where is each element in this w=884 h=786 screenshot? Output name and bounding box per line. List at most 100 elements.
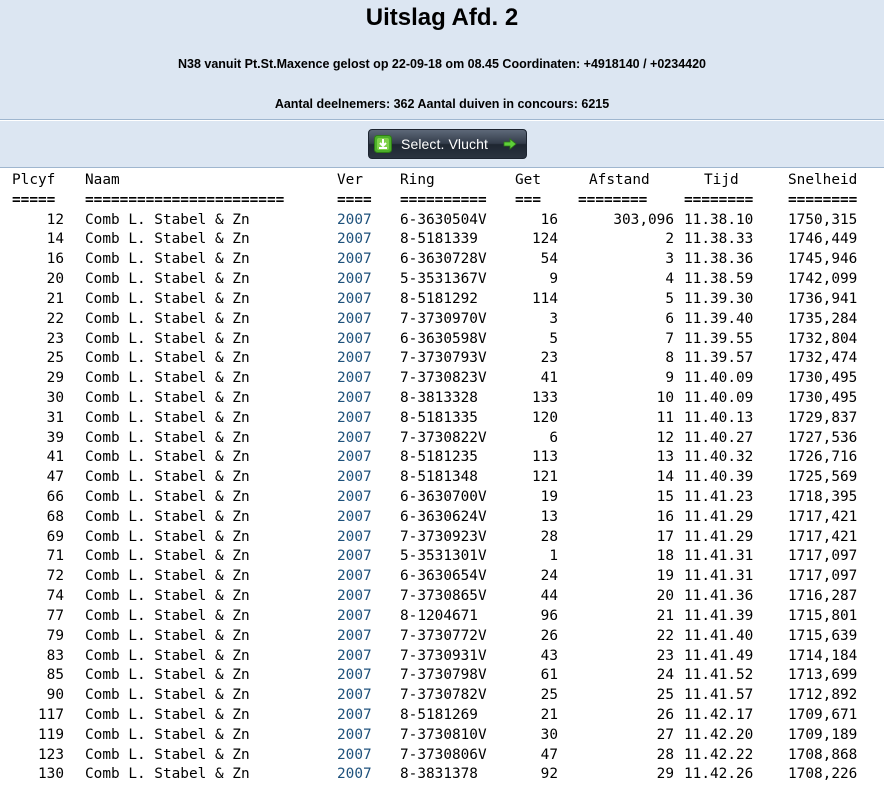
cell-tijd: 11.38.36 [684, 251, 754, 268]
cell-plcyf: 71 [46, 548, 64, 565]
cell-get: 133 [532, 389, 558, 406]
cell-snelheid: 1715,639 [788, 627, 858, 644]
cell-ver-link[interactable]: 2007 [337, 251, 372, 267]
cell-plcyf: 83 [46, 647, 64, 664]
cell-ver-link[interactable]: 2007 [337, 648, 372, 664]
cell-plcyf: 77 [46, 607, 64, 624]
cell-ver-link[interactable]: 2007 [337, 568, 372, 584]
cell-ring: 8-5181269 [400, 706, 478, 723]
column-header-ring: Ring [400, 172, 435, 188]
cell-snelheid: 1717,421 [788, 508, 858, 525]
cell-ver-link[interactable]: 2007 [337, 430, 372, 446]
cell-tijd: 11.38.33 [684, 231, 754, 248]
cell-ver-link[interactable]: 2007 [337, 449, 372, 465]
cell-tijd: 11.41.49 [684, 647, 754, 664]
table-row: 12 Comb L. Stabel & Zn 2007 6-3630504V 16 303… [0, 212, 884, 232]
cell-naam: Comb L. Stabel & Zn [85, 389, 250, 406]
table-row: 25 Comb L. Stabel & Zn 2007 7-3730793V 23 8 11… [0, 350, 884, 370]
cell-get: 5 [549, 330, 558, 347]
cell-ver-link[interactable]: 2007 [337, 707, 372, 723]
cell-ver-link[interactable]: 2007 [337, 489, 372, 505]
cell-ver-link[interactable]: 2007 [337, 727, 372, 743]
cell-snelheid: 1708,868 [788, 746, 858, 763]
cell-tijd: 11.39.55 [684, 330, 754, 347]
cell-naam: Comb L. Stabel & Zn [85, 528, 250, 545]
cell-ver-link[interactable]: 2007 [337, 291, 372, 307]
table-row: 83 Comb L. Stabel & Zn 2007 7-3730931V 43 23 1… [0, 648, 884, 668]
cell-tijd: 11.39.57 [684, 350, 754, 367]
cell-ring: 5-3531301V [400, 548, 487, 565]
cell-get: 23 [540, 350, 558, 367]
cell-ver-link[interactable]: 2007 [337, 766, 372, 782]
cell-ver-link[interactable]: 2007 [337, 311, 372, 327]
cell-afstand: 2 [665, 231, 674, 248]
cell-snelheid: 1713,699 [788, 667, 858, 684]
download-icon [374, 135, 392, 153]
cell-naam: Comb L. Stabel & Zn [85, 766, 250, 783]
cell-naam: Comb L. Stabel & Zn [85, 290, 250, 307]
cell-ver-link[interactable]: 2007 [337, 370, 372, 386]
cell-naam: Comb L. Stabel & Zn [85, 370, 250, 387]
cell-ring: 7-3730923V [400, 528, 487, 545]
cell-ver-link[interactable]: 2007 [337, 687, 372, 703]
cell-afstand: 15 [656, 489, 674, 505]
cell-afstand: 12 [656, 429, 674, 446]
cell-ring: 7-3730793V [400, 350, 487, 367]
table-separator-row: ===== ======================= ==== =====… [0, 192, 884, 212]
cell-ver-link[interactable]: 2007 [337, 548, 372, 564]
cell-tijd: 11.40.32 [684, 449, 754, 466]
cell-ver-link[interactable]: 2007 [337, 608, 372, 624]
cell-ver-link[interactable]: 2007 [337, 628, 372, 644]
table-row: 74 Comb L. Stabel & Zn 2007 7-3730865V 44 20 1… [0, 588, 884, 608]
cell-tijd: 11.41.39 [684, 607, 754, 624]
cell-ring: 6-3630700V [400, 489, 487, 505]
cell-afstand: 27 [656, 726, 674, 743]
cell-ver-link[interactable]: 2007 [337, 529, 372, 545]
cell-ver-link[interactable]: 2007 [337, 350, 372, 366]
table-row: 23 Comb L. Stabel & Zn 2007 6-3630598V 5 7 11.… [0, 331, 884, 351]
cell-naam: Comb L. Stabel & Zn [85, 568, 250, 585]
cell-ring: 5-3531367V [400, 271, 487, 288]
cell-naam: Comb L. Stabel & Zn [85, 548, 250, 565]
cell-plcyf: 16 [46, 251, 64, 268]
cell-ver-link[interactable]: 2007 [337, 390, 372, 406]
cell-ver-link[interactable]: 2007 [337, 410, 372, 426]
cell-ver-link[interactable]: 2007 [337, 271, 372, 287]
cell-plcyf: 31 [46, 409, 64, 426]
cell-naam: Comb L. Stabel & Zn [85, 350, 250, 367]
cell-afstand: 16 [656, 508, 674, 525]
column-header-ver: Ver [337, 172, 363, 188]
cell-ring: 6-3630598V [400, 330, 487, 347]
cell-plcyf: 119 [38, 726, 64, 743]
cell-naam: Comb L. Stabel & Zn [85, 429, 250, 446]
cell-tijd: 11.41.36 [684, 588, 754, 605]
cell-snelheid: 1708,226 [788, 766, 858, 783]
table-row: 66 Comb L. Stabel & Zn 2007 6-3630700V 19 15 1… [0, 489, 884, 509]
cell-ver-link[interactable]: 2007 [337, 747, 372, 763]
cell-ring: 7-3730772V [400, 627, 487, 644]
cell-snelheid: 1745,946 [788, 251, 858, 268]
cell-ver-link[interactable]: 2007 [337, 667, 372, 683]
cell-naam: Comb L. Stabel & Zn [85, 607, 250, 624]
cell-snelheid: 1729,837 [788, 409, 858, 426]
cell-ver-link[interactable]: 2007 [337, 509, 372, 525]
cell-ring: 6-3630654V [400, 568, 487, 585]
table-row: 85 Comb L. Stabel & Zn 2007 7-3730798V 61 24 1… [0, 667, 884, 687]
cell-naam: Comb L. Stabel & Zn [85, 588, 250, 605]
cell-afstand: 22 [656, 627, 674, 644]
cell-ver-link[interactable]: 2007 [337, 469, 372, 485]
cell-snelheid: 1746,449 [788, 231, 858, 248]
cell-ver-link[interactable]: 2007 [337, 212, 372, 228]
select-flight-button[interactable]: Select. Vlucht [368, 129, 527, 159]
cell-ver-link[interactable]: 2007 [337, 231, 372, 247]
cell-naam: Comb L. Stabel & Zn [85, 489, 250, 505]
cell-ver-link[interactable]: 2007 [337, 588, 372, 604]
cell-plcyf: 23 [46, 330, 64, 347]
cell-get: 61 [540, 667, 558, 684]
cell-naam: Comb L. Stabel & Zn [85, 449, 250, 466]
cell-afstand: 13 [656, 449, 674, 466]
cell-plcyf: 29 [46, 370, 64, 387]
cell-ver-link[interactable]: 2007 [337, 331, 372, 347]
cell-tijd: 11.41.31 [684, 568, 754, 585]
cell-naam: Comb L. Stabel & Zn [85, 469, 250, 486]
